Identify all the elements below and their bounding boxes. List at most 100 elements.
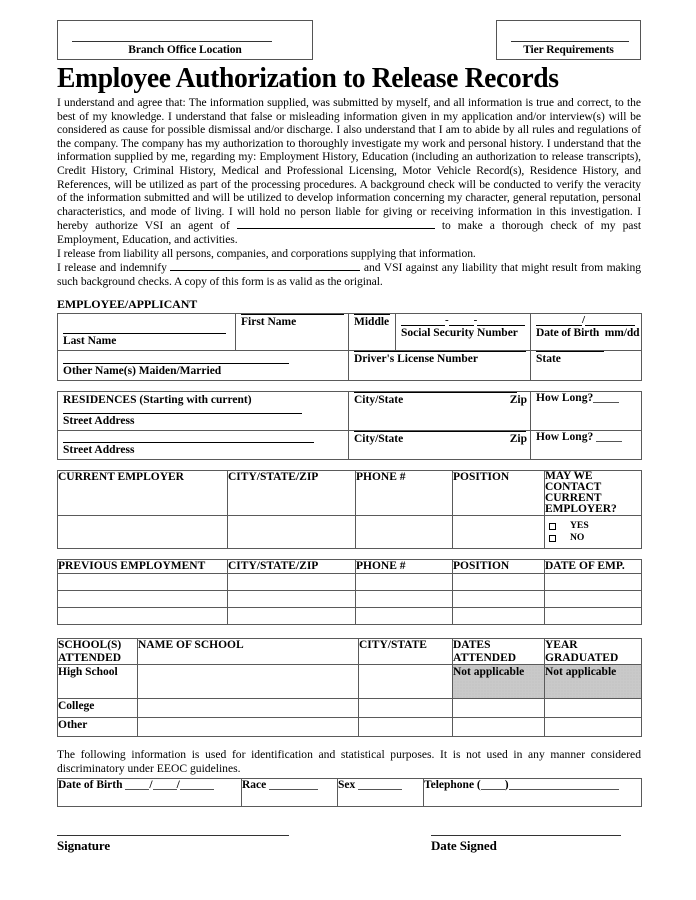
how-long-blank-1[interactable] [593, 392, 620, 404]
name-of-school-header: NAME OF SCHOOL [137, 637, 359, 666]
previous-employment-city-value-cell[interactable] [227, 572, 356, 591]
current-employer-city-value-cell[interactable] [227, 515, 356, 550]
schools-table: SCHOOL(S) ATTENDED NAME OF SCHOOL CITY/S… [57, 637, 642, 738]
current-employer-position-value-cell[interactable] [452, 515, 545, 550]
school-year-value-cell: Not applicable [544, 664, 642, 700]
previous-employment-position-value-cell[interactable] [452, 572, 545, 591]
ssn-label: Social Security Number [401, 327, 518, 340]
contact-no-option[interactable]: NO [545, 532, 641, 544]
previous-employment-date-value-cell[interactable] [544, 589, 642, 608]
branch-office-box[interactable]: Branch Office Location [57, 20, 313, 60]
first-name-cell[interactable]: First Name [235, 313, 349, 352]
dob-day-blank[interactable] [152, 779, 177, 791]
eeoc-telephone-cell[interactable]: Telephone () [423, 778, 642, 808]
contact-yes-label: YES [570, 520, 589, 532]
previous-employment-position-value-cell[interactable] [452, 589, 545, 608]
checkbox-icon[interactable] [549, 534, 556, 542]
eeoc-date-of-birth-cell[interactable]: Date of Birth / / [57, 778, 242, 808]
school-city-value-cell[interactable] [358, 698, 453, 719]
residence-how-long-cell-2[interactable]: How Long? [530, 430, 642, 461]
dob-year-blank[interactable] [179, 779, 214, 791]
last-name-cell[interactable]: Last Name [57, 313, 236, 352]
indemnify-blank[interactable] [170, 260, 361, 272]
dob-month-blank[interactable] [125, 779, 150, 791]
drivers-license-cell[interactable]: Driver's License Number [348, 350, 531, 382]
previous-employment-header: PREVIOUS EMPLOYMENT [57, 559, 228, 574]
school-dates-value-cell[interactable] [452, 698, 545, 719]
middle-name-cell[interactable]: Middle [348, 313, 396, 352]
date-signed-block[interactable]: Date Signed [431, 835, 621, 854]
previous-employment-position-value-cell[interactable] [452, 606, 545, 625]
ssn-write-line: -- [401, 314, 526, 327]
school-name-value-cell[interactable] [137, 664, 359, 700]
previous-employment-date-value-cell[interactable] [544, 606, 642, 625]
previous-employment-city-value-cell[interactable] [227, 606, 356, 625]
previous-employment-value-cell[interactable] [57, 572, 228, 591]
signature-row: Signature Date Signed [57, 835, 641, 854]
table-header-row: SCHOOL(S) ATTENDED NAME OF SCHOOL CITY/S… [57, 637, 642, 666]
checkbox-icon[interactable] [549, 522, 556, 530]
previous-employment-phone-value-cell[interactable] [355, 589, 453, 608]
document-page: Branch Office Location Tier Requirements… [0, 0, 696, 900]
table-row: Other [57, 717, 642, 738]
school-city-value-cell[interactable] [358, 664, 453, 700]
school-dates-value-cell: Not applicable [452, 664, 545, 700]
signature-label: Signature [57, 838, 111, 854]
previous-employment-position-header: POSITION [452, 559, 545, 574]
previous-employment-city-value-cell[interactable] [227, 589, 356, 608]
state-cell[interactable]: State [530, 350, 642, 382]
date-of-birth-cell[interactable]: / Date of Birth mm/dd [530, 313, 642, 352]
middle-name-label: Middle [354, 316, 390, 329]
tier-requirements-box[interactable]: Tier Requirements [496, 20, 641, 60]
previous-employment-value-cell[interactable] [57, 606, 228, 625]
current-employer-phone-value-cell[interactable] [355, 515, 453, 550]
race-blank[interactable] [269, 779, 319, 791]
current-employer-value-cell[interactable] [57, 515, 228, 550]
signature-block[interactable]: Signature [57, 835, 289, 854]
telephone-number-blank[interactable] [508, 779, 619, 791]
agent-of-blank[interactable] [236, 218, 435, 230]
previous-employment-phone-value-cell[interactable] [355, 572, 453, 591]
sex-blank[interactable] [358, 779, 403, 791]
table-header-row: CURRENT EMPLOYER CITY/STATE/ZIP PHONE # … [57, 470, 642, 517]
eeoc-table: Date of Birth / / Race Sex Telephone () [57, 778, 642, 808]
school-name-value-cell[interactable] [137, 717, 359, 738]
previous-employment-value-cell[interactable] [57, 589, 228, 608]
residence-city-state-cell-1[interactable]: City/State Zip [348, 391, 531, 432]
previous-employment-date-value-cell[interactable] [544, 572, 642, 591]
previous-employment-phone-value-cell[interactable] [355, 606, 453, 625]
school-city-value-cell[interactable] [358, 717, 453, 738]
eeoc-note: The following information is used for id… [57, 748, 641, 775]
table-row [57, 589, 642, 608]
page-title: Employee Authorization to Release Record… [57, 63, 559, 94]
other-names-cell[interactable]: Other Name(s) Maiden/Married [57, 350, 349, 382]
previous-employment-date-header: DATE OF EMP. [544, 559, 642, 574]
date-of-birth-label: Date of Birth mm/dd [536, 327, 640, 340]
ssn-cell[interactable]: -- Social Security Number [395, 313, 531, 352]
residences-table: RESIDENCES (Starting with current) Stree… [57, 391, 642, 461]
city-state-label-1: City/State [354, 394, 404, 407]
previous-employment-table: PREVIOUS EMPLOYMENT CITY/STATE/ZIP PHONE… [57, 559, 642, 625]
previous-employment-phone-header: PHONE # [355, 559, 453, 574]
residence-street-address-cell-2[interactable]: Street Address [57, 430, 349, 461]
residence-how-long-cell-1[interactable]: How Long? [530, 391, 642, 432]
eeoc-sex-cell[interactable]: Sex [337, 778, 424, 808]
employee-section-caption: EMPLOYEE/APPLICANT [57, 297, 198, 312]
eeoc-race-cell[interactable]: Race [241, 778, 338, 808]
first-name-label: First Name [241, 316, 297, 329]
telephone-area-code-blank[interactable] [480, 779, 505, 791]
school-year-value-cell[interactable] [544, 717, 642, 738]
residence-street-address-cell-1[interactable]: RESIDENCES (Starting with current) Stree… [57, 391, 349, 432]
residence-city-state-cell-2[interactable]: City/State Zip [348, 430, 531, 461]
school-name-value-cell[interactable] [137, 698, 359, 719]
zip-label-2: Zip [509, 433, 527, 446]
table-row: High School Not applicable Not applicabl… [57, 664, 642, 700]
contact-yes-option[interactable]: YES [545, 520, 641, 532]
school-dates-value-cell[interactable] [452, 717, 545, 738]
table-header-row: PREVIOUS EMPLOYMENT CITY/STATE/ZIP PHONE… [57, 559, 642, 574]
agreement-paragraph-1-text-a: I understand and agree that: The informa… [57, 96, 641, 233]
current-employer-city-header: CITY/STATE/ZIP [227, 470, 356, 517]
school-row-label: College [57, 698, 138, 719]
school-year-value-cell[interactable] [544, 698, 642, 719]
how-long-blank-2[interactable] [596, 431, 623, 443]
